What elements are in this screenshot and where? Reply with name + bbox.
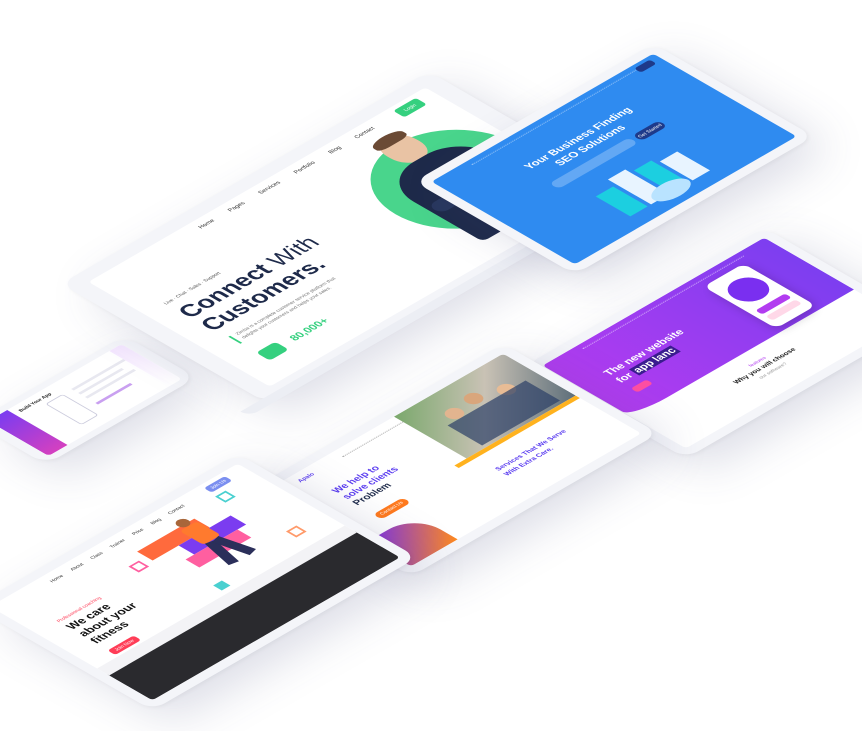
fitness-square-4 (213, 580, 231, 591)
fitness-nav-contact[interactable]: Contact (167, 504, 187, 516)
fitness-nav-home[interactable]: Home (49, 574, 66, 584)
fitness-square-1 (128, 560, 150, 573)
nav-item-portfolio[interactable]: Portfolio (293, 161, 317, 175)
business-logo: Apalo (296, 472, 317, 484)
business-contact-button[interactable]: Contact Us (372, 497, 412, 520)
fitness-square-3 (285, 525, 307, 538)
seo-nav-button[interactable] (634, 59, 657, 73)
hero-stat: 80,000+ (287, 316, 333, 343)
fitness-square-2 (215, 490, 236, 503)
chat-icon (256, 341, 289, 361)
phone-device: Build Your App (0, 335, 197, 465)
fitness-nav-blog[interactable]: Blog (149, 518, 163, 526)
fitness-nav-price[interactable]: Price (131, 528, 146, 537)
nav-item-contact[interactable]: Contact (354, 126, 377, 139)
nav-item-services[interactable]: Services (257, 181, 282, 196)
nav-item-pages[interactable]: Pages (227, 201, 247, 213)
fitness-nav-about[interactable]: About (69, 562, 86, 572)
fitness-nav-trainer[interactable]: Trainer (109, 538, 128, 549)
nav-item-home[interactable]: Home (198, 219, 217, 230)
nav-item-blog[interactable]: Blog (328, 146, 344, 155)
fitness-nav-class[interactable]: Class (89, 551, 105, 560)
